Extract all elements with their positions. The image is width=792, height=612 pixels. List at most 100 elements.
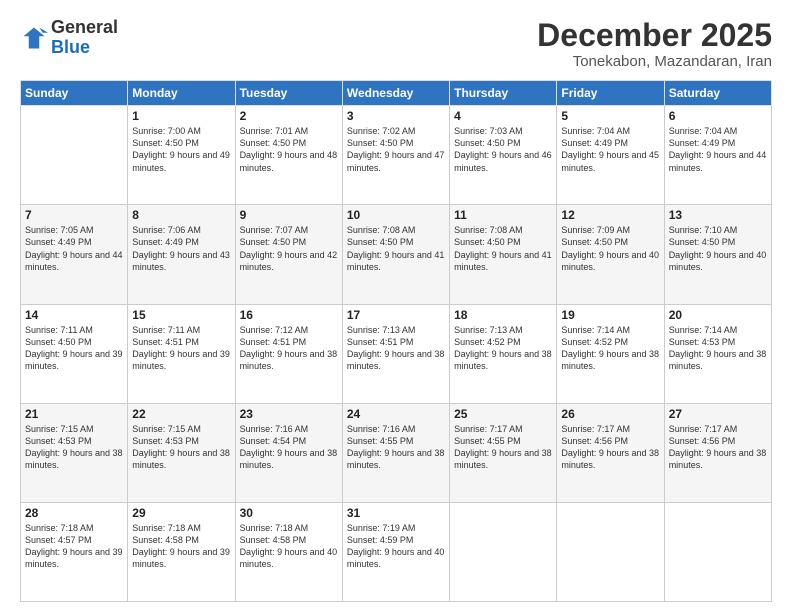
calendar-cell: 29 Sunrise: 7:18 AMSunset: 4:58 PMDayligh… bbox=[128, 502, 235, 601]
logo-icon bbox=[20, 24, 48, 52]
day-number: 7 bbox=[25, 208, 123, 222]
day-info: Sunrise: 7:17 AMSunset: 4:56 PMDaylight:… bbox=[669, 423, 767, 472]
day-number: 23 bbox=[240, 407, 338, 421]
day-number: 6 bbox=[669, 109, 767, 123]
day-info: Sunrise: 7:15 AMSunset: 4:53 PMDaylight:… bbox=[132, 423, 230, 472]
day-info: Sunrise: 7:03 AMSunset: 4:50 PMDaylight:… bbox=[454, 125, 552, 174]
day-number: 29 bbox=[132, 506, 230, 520]
day-info: Sunrise: 7:13 AMSunset: 4:51 PMDaylight:… bbox=[347, 324, 445, 373]
calendar-cell: 4 Sunrise: 7:03 AMSunset: 4:50 PMDaylight… bbox=[450, 106, 557, 205]
day-number: 11 bbox=[454, 208, 552, 222]
day-info: Sunrise: 7:15 AMSunset: 4:53 PMDaylight:… bbox=[25, 423, 123, 472]
calendar-cell: 9 Sunrise: 7:07 AMSunset: 4:50 PMDaylight… bbox=[235, 205, 342, 304]
calendar-page: General Blue December 2025 Tonekabon, Ma… bbox=[0, 0, 792, 612]
day-info: Sunrise: 7:08 AMSunset: 4:50 PMDaylight:… bbox=[347, 224, 445, 273]
logo-text: General Blue bbox=[51, 18, 118, 58]
day-number: 20 bbox=[669, 308, 767, 322]
calendar-cell: 27 Sunrise: 7:17 AMSunset: 4:56 PMDayligh… bbox=[664, 403, 771, 502]
calendar-cell: 26Sunrise: 7:17 AMSunset: 4:56 PMDayligh… bbox=[557, 403, 664, 502]
day-info: Sunrise: 7:07 AMSunset: 4:50 PMDaylight:… bbox=[240, 224, 338, 273]
day-info: Sunrise: 7:12 AMSunset: 4:51 PMDaylight:… bbox=[240, 324, 338, 373]
day-info: Sunrise: 7:05 AMSunset: 4:49 PMDaylight:… bbox=[25, 224, 123, 273]
day-number: 30 bbox=[240, 506, 338, 520]
day-number: 31 bbox=[347, 506, 445, 520]
day-number: 4 bbox=[454, 109, 552, 123]
calendar-cell: 22 Sunrise: 7:15 AMSunset: 4:53 PMDayligh… bbox=[128, 403, 235, 502]
logo-blue: Blue bbox=[51, 37, 90, 57]
day-info: Sunrise: 7:17 AMSunset: 4:55 PMDaylight:… bbox=[454, 423, 552, 472]
calendar-cell: 17 Sunrise: 7:13 AMSunset: 4:51 PMDayligh… bbox=[342, 304, 449, 403]
calendar-cell: 25Sunrise: 7:17 AMSunset: 4:55 PMDayligh… bbox=[450, 403, 557, 502]
title-block: December 2025 Tonekabon, Mazandaran, Ira… bbox=[537, 18, 772, 70]
calendar-cell: 30 Sunrise: 7:18 AMSunset: 4:58 PMDayligh… bbox=[235, 502, 342, 601]
day-number: 10 bbox=[347, 208, 445, 222]
calendar-cell: 6 Sunrise: 7:04 AMSunset: 4:49 PMDaylight… bbox=[664, 106, 771, 205]
day-info: Sunrise: 7:16 AMSunset: 4:54 PMDaylight:… bbox=[240, 423, 338, 472]
calendar-week-3: 14 Sunrise: 7:11 AMSunset: 4:50 PMDayligh… bbox=[21, 304, 772, 403]
calendar-week-2: 7 Sunrise: 7:05 AMSunset: 4:49 PMDaylight… bbox=[21, 205, 772, 304]
day-number: 16 bbox=[240, 308, 338, 322]
calendar-cell: 12Sunrise: 7:09 AMSunset: 4:50 PMDayligh… bbox=[557, 205, 664, 304]
day-info: Sunrise: 7:04 AMSunset: 4:49 PMDaylight:… bbox=[669, 125, 767, 174]
calendar-cell bbox=[21, 106, 128, 205]
header: General Blue December 2025 Tonekabon, Ma… bbox=[20, 18, 772, 70]
day-number: 9 bbox=[240, 208, 338, 222]
logo-general: General bbox=[51, 17, 118, 37]
day-number: 17 bbox=[347, 308, 445, 322]
location-subtitle: Tonekabon, Mazandaran, Iran bbox=[537, 53, 772, 70]
logo: General Blue bbox=[20, 18, 118, 58]
calendar-cell: 3 Sunrise: 7:02 AMSunset: 4:50 PMDaylight… bbox=[342, 106, 449, 205]
calendar-cell: 21Sunrise: 7:15 AMSunset: 4:53 PMDayligh… bbox=[21, 403, 128, 502]
weekday-header-friday: Friday bbox=[557, 81, 664, 106]
calendar-week-1: 1Sunrise: 7:00 AMSunset: 4:50 PMDaylight… bbox=[21, 106, 772, 205]
calendar-cell: 8Sunrise: 7:06 AMSunset: 4:49 PMDaylight… bbox=[128, 205, 235, 304]
calendar-cell: 7 Sunrise: 7:05 AMSunset: 4:49 PMDaylight… bbox=[21, 205, 128, 304]
day-number: 22 bbox=[132, 407, 230, 421]
calendar-cell: 28 Sunrise: 7:18 AMSunset: 4:57 PMDayligh… bbox=[21, 502, 128, 601]
weekday-header-row: SundayMondayTuesdayWednesdayThursdayFrid… bbox=[21, 81, 772, 106]
weekday-header-monday: Monday bbox=[128, 81, 235, 106]
day-number: 24 bbox=[347, 407, 445, 421]
calendar-cell: 14 Sunrise: 7:11 AMSunset: 4:50 PMDayligh… bbox=[21, 304, 128, 403]
day-number: 28 bbox=[25, 506, 123, 520]
day-info: Sunrise: 7:11 AMSunset: 4:51 PMDaylight:… bbox=[132, 324, 230, 373]
day-info: Sunrise: 7:11 AMSunset: 4:50 PMDaylight:… bbox=[25, 324, 123, 373]
day-info: Sunrise: 7:02 AMSunset: 4:50 PMDaylight:… bbox=[347, 125, 445, 174]
calendar-cell: 19 Sunrise: 7:14 AMSunset: 4:52 PMDayligh… bbox=[557, 304, 664, 403]
day-number: 15 bbox=[132, 308, 230, 322]
calendar-cell: 11 Sunrise: 7:08 AMSunset: 4:50 PMDayligh… bbox=[450, 205, 557, 304]
calendar-cell: 20Sunrise: 7:14 AMSunset: 4:53 PMDayligh… bbox=[664, 304, 771, 403]
day-number: 27 bbox=[669, 407, 767, 421]
day-info: Sunrise: 7:04 AMSunset: 4:49 PMDaylight:… bbox=[561, 125, 659, 174]
calendar-cell bbox=[664, 502, 771, 601]
day-number: 3 bbox=[347, 109, 445, 123]
calendar-cell: 18 Sunrise: 7:13 AMSunset: 4:52 PMDayligh… bbox=[450, 304, 557, 403]
day-number: 8 bbox=[132, 208, 230, 222]
calendar-cell: 13Sunrise: 7:10 AMSunset: 4:50 PMDayligh… bbox=[664, 205, 771, 304]
weekday-header-tuesday: Tuesday bbox=[235, 81, 342, 106]
day-number: 14 bbox=[25, 308, 123, 322]
day-info: Sunrise: 7:08 AMSunset: 4:50 PMDaylight:… bbox=[454, 224, 552, 273]
day-info: Sunrise: 7:18 AMSunset: 4:58 PMDaylight:… bbox=[240, 522, 338, 571]
day-number: 13 bbox=[669, 208, 767, 222]
calendar-week-4: 21Sunrise: 7:15 AMSunset: 4:53 PMDayligh… bbox=[21, 403, 772, 502]
day-info: Sunrise: 7:13 AMSunset: 4:52 PMDaylight:… bbox=[454, 324, 552, 373]
day-number: 5 bbox=[561, 109, 659, 123]
day-info: Sunrise: 7:18 AMSunset: 4:57 PMDaylight:… bbox=[25, 522, 123, 571]
day-info: Sunrise: 7:14 AMSunset: 4:52 PMDaylight:… bbox=[561, 324, 659, 373]
day-number: 19 bbox=[561, 308, 659, 322]
day-info: Sunrise: 7:18 AMSunset: 4:58 PMDaylight:… bbox=[132, 522, 230, 571]
weekday-header-sunday: Sunday bbox=[21, 81, 128, 106]
calendar-cell: 15 Sunrise: 7:11 AMSunset: 4:51 PMDayligh… bbox=[128, 304, 235, 403]
day-number: 1 bbox=[132, 109, 230, 123]
calendar-cell: 24 Sunrise: 7:16 AMSunset: 4:55 PMDayligh… bbox=[342, 403, 449, 502]
day-info: Sunrise: 7:16 AMSunset: 4:55 PMDaylight:… bbox=[347, 423, 445, 472]
day-number: 26 bbox=[561, 407, 659, 421]
calendar-cell: 10 Sunrise: 7:08 AMSunset: 4:50 PMDayligh… bbox=[342, 205, 449, 304]
weekday-header-wednesday: Wednesday bbox=[342, 81, 449, 106]
weekday-header-saturday: Saturday bbox=[664, 81, 771, 106]
calendar-cell: 23 Sunrise: 7:16 AMSunset: 4:54 PMDayligh… bbox=[235, 403, 342, 502]
calendar-cell: 16 Sunrise: 7:12 AMSunset: 4:51 PMDayligh… bbox=[235, 304, 342, 403]
day-number: 18 bbox=[454, 308, 552, 322]
calendar-cell: 31Sunrise: 7:19 AMSunset: 4:59 PMDayligh… bbox=[342, 502, 449, 601]
